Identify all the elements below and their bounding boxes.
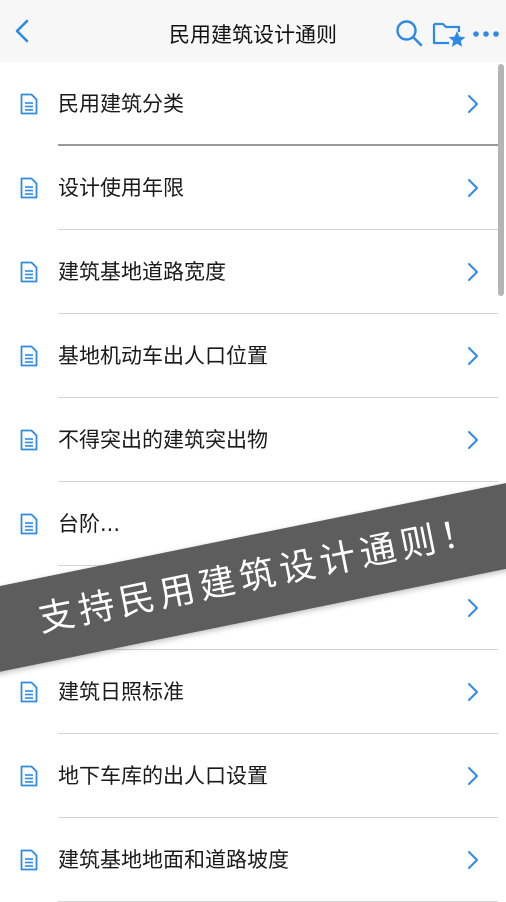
folder-star-icon[interactable]	[432, 18, 466, 48]
list-item-label: 基地机动车出人口位置	[58, 344, 268, 368]
list-item-label: 台阶...	[58, 512, 121, 536]
chevron-right-icon	[468, 767, 478, 785]
chevron-left-icon[interactable]	[8, 16, 38, 46]
list-item[interactable]: 建筑日照标准	[0, 650, 506, 734]
list-item-label: 设计使用年限	[58, 176, 184, 200]
navigation-bar: 民用建筑设计通则	[0, 0, 506, 62]
page-title: 民用建筑设计通则	[169, 23, 337, 47]
list-item[interactable]: 建筑基地地面和道路坡度	[0, 818, 506, 902]
document-icon	[20, 345, 38, 367]
list-item[interactable]: 民用建筑分类	[0, 62, 506, 146]
chevron-right-icon	[468, 347, 478, 365]
list-item[interactable]: 地下车库的出人口设置	[0, 734, 506, 818]
list-item-label: 建筑日照标准	[58, 680, 184, 704]
list-item-label: 建筑基地道路宽度	[58, 260, 226, 284]
chevron-right-icon	[468, 95, 478, 113]
chevron-right-icon	[468, 179, 478, 197]
document-icon	[20, 177, 38, 199]
search-icon[interactable]	[394, 18, 424, 48]
scrollbar[interactable]	[498, 64, 504, 296]
more-dots-icon[interactable]	[472, 22, 500, 46]
chevron-right-icon	[468, 263, 478, 281]
list-item[interactable]: 不得突出的建筑突出物	[0, 398, 506, 482]
list-item[interactable]: 建筑基地道路宽度	[0, 230, 506, 314]
list-item[interactable]: 基地机动车出人口位置	[0, 314, 506, 398]
document-icon	[20, 93, 38, 115]
document-icon	[20, 681, 38, 703]
document-icon	[20, 849, 38, 871]
document-icon	[20, 429, 38, 451]
list-item-label: 地下车库的出人口设置	[58, 764, 268, 788]
chevron-right-icon	[468, 599, 478, 617]
list-item-label: 建筑基地地面和道路坡度	[58, 848, 289, 872]
list-item-label: 不得突出的建筑突出物	[58, 428, 268, 452]
article-list: 民用建筑分类 设计使用年限建筑基地道路宽度基地机动车出人口位置 不得突出的建筑突出物…	[0, 62, 506, 902]
list-item-label: 民用建筑分类	[58, 92, 184, 116]
chevron-right-icon	[468, 851, 478, 869]
document-icon	[20, 513, 38, 535]
document-icon	[20, 261, 38, 283]
chevron-right-icon	[468, 431, 478, 449]
document-icon	[20, 765, 38, 787]
list-item[interactable]: 设计使用年限	[0, 146, 506, 230]
chevron-right-icon	[468, 683, 478, 701]
